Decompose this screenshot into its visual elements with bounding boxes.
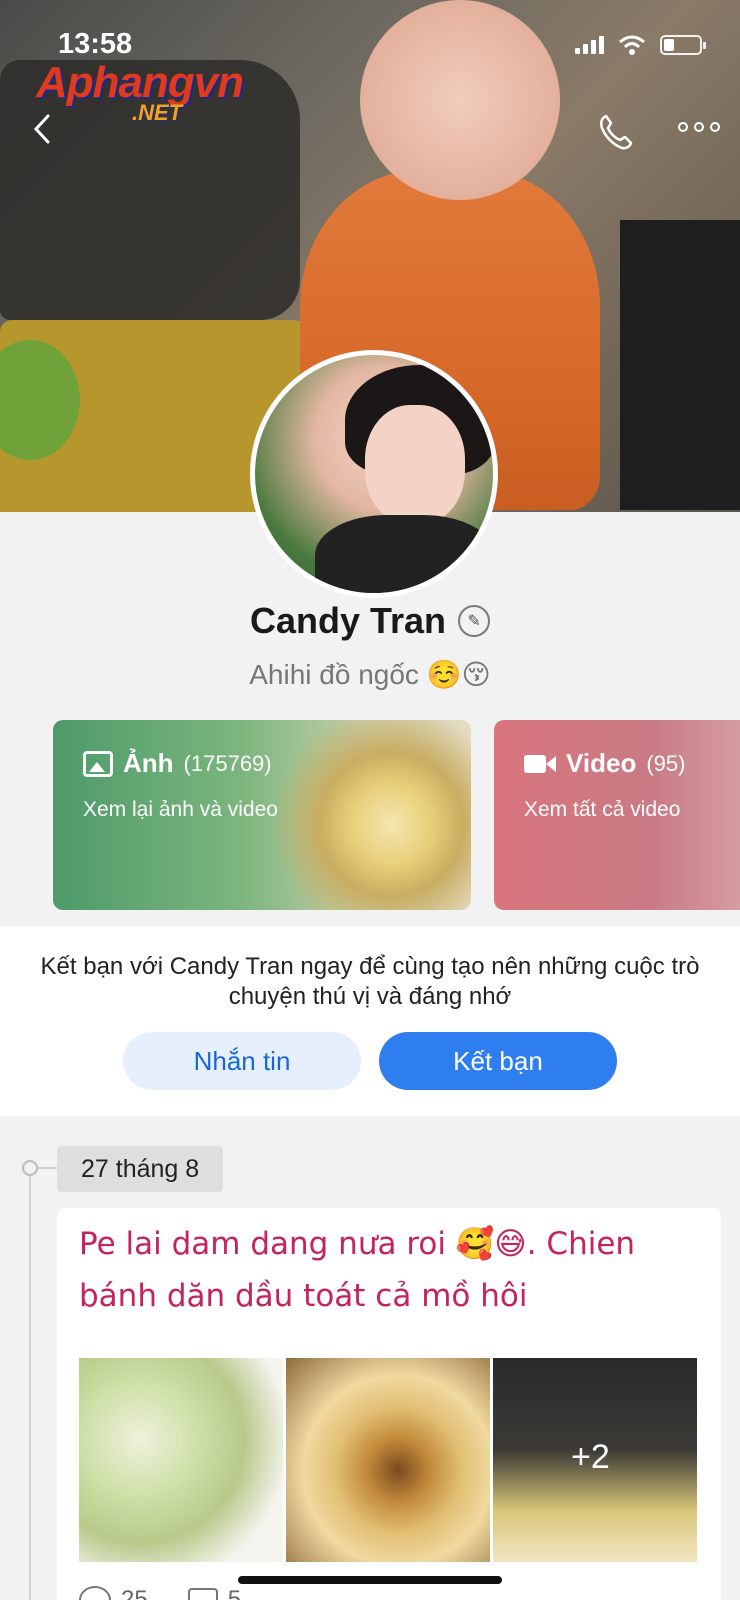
timeline-dot xyxy=(22,1160,38,1176)
watermark-logo-sub: .NET xyxy=(132,100,183,125)
phone-icon[interactable] xyxy=(596,112,636,152)
comment-icon xyxy=(187,1588,218,1600)
profile-name: Candy Tran xyxy=(249,600,447,641)
status-time: 13:58 xyxy=(58,28,133,60)
heart-icon xyxy=(79,1586,111,1600)
battery-icon xyxy=(660,35,706,55)
post-photo[interactable] xyxy=(79,1358,283,1562)
videos-label: Video xyxy=(566,748,637,778)
post-actions: 25 5 xyxy=(79,1586,241,1600)
like-count: 25 xyxy=(121,1586,148,1600)
like-action[interactable]: 25 xyxy=(79,1586,148,1600)
wifi-icon xyxy=(619,35,645,55)
message-button[interactable]: Nhắn tin xyxy=(123,1032,361,1090)
more-icon[interactable] xyxy=(678,122,720,132)
post-photo[interactable] xyxy=(286,1358,490,1562)
back-icon[interactable] xyxy=(30,112,54,146)
status-icons xyxy=(575,34,706,56)
photos-card[interactable]: Ảnh (175769) Xem lại ảnh và video xyxy=(53,720,471,910)
post-photos: +2 xyxy=(79,1358,697,1562)
comment-count: 5 xyxy=(227,1586,242,1600)
photo-icon xyxy=(83,750,113,777)
profile-name-row: Candy Tran ✎ xyxy=(0,600,740,642)
photos-subtitle: Xem lại ảnh và video xyxy=(83,798,278,821)
videos-card[interactable]: Video (95) Xem tất cả video xyxy=(494,720,740,910)
timeline-line xyxy=(29,1168,31,1600)
comment-action[interactable]: 5 xyxy=(187,1586,242,1600)
more-photos-count: +2 xyxy=(571,1438,610,1476)
friend-request-panel: Kết bạn với Candy Tran ngay để cùng tạo … xyxy=(0,926,740,1116)
signal-icon xyxy=(575,36,604,54)
timeline-date: 27 tháng 8 xyxy=(57,1146,224,1192)
friend-prompt-text: Kết bạn với Candy Tran ngay để cùng tạo … xyxy=(40,953,700,1010)
home-indicator xyxy=(238,1576,502,1584)
photos-label: Ảnh xyxy=(123,748,174,778)
add-friend-button[interactable]: Kết bạn xyxy=(379,1032,617,1090)
timeline-post[interactable]: Pe lai dam dang nưa roi 🥰😅. Chien bánh d… xyxy=(57,1208,721,1600)
photos-count: (175769) xyxy=(183,750,272,776)
avatar[interactable] xyxy=(250,350,498,598)
post-text: Pe lai dam dang nưa roi 🥰😅. Chien bánh d… xyxy=(79,1226,636,1314)
post-photo[interactable]: +2 xyxy=(493,1358,697,1562)
videos-subtitle: Xem tất cả video xyxy=(524,798,681,821)
video-icon xyxy=(524,753,556,775)
videos-count: (95) xyxy=(646,750,686,776)
timeline-connector xyxy=(38,1167,58,1169)
edit-icon[interactable]: ✎ xyxy=(458,605,491,637)
profile-bio: Ahihi đồ ngốc ☺️😚 xyxy=(249,659,491,690)
